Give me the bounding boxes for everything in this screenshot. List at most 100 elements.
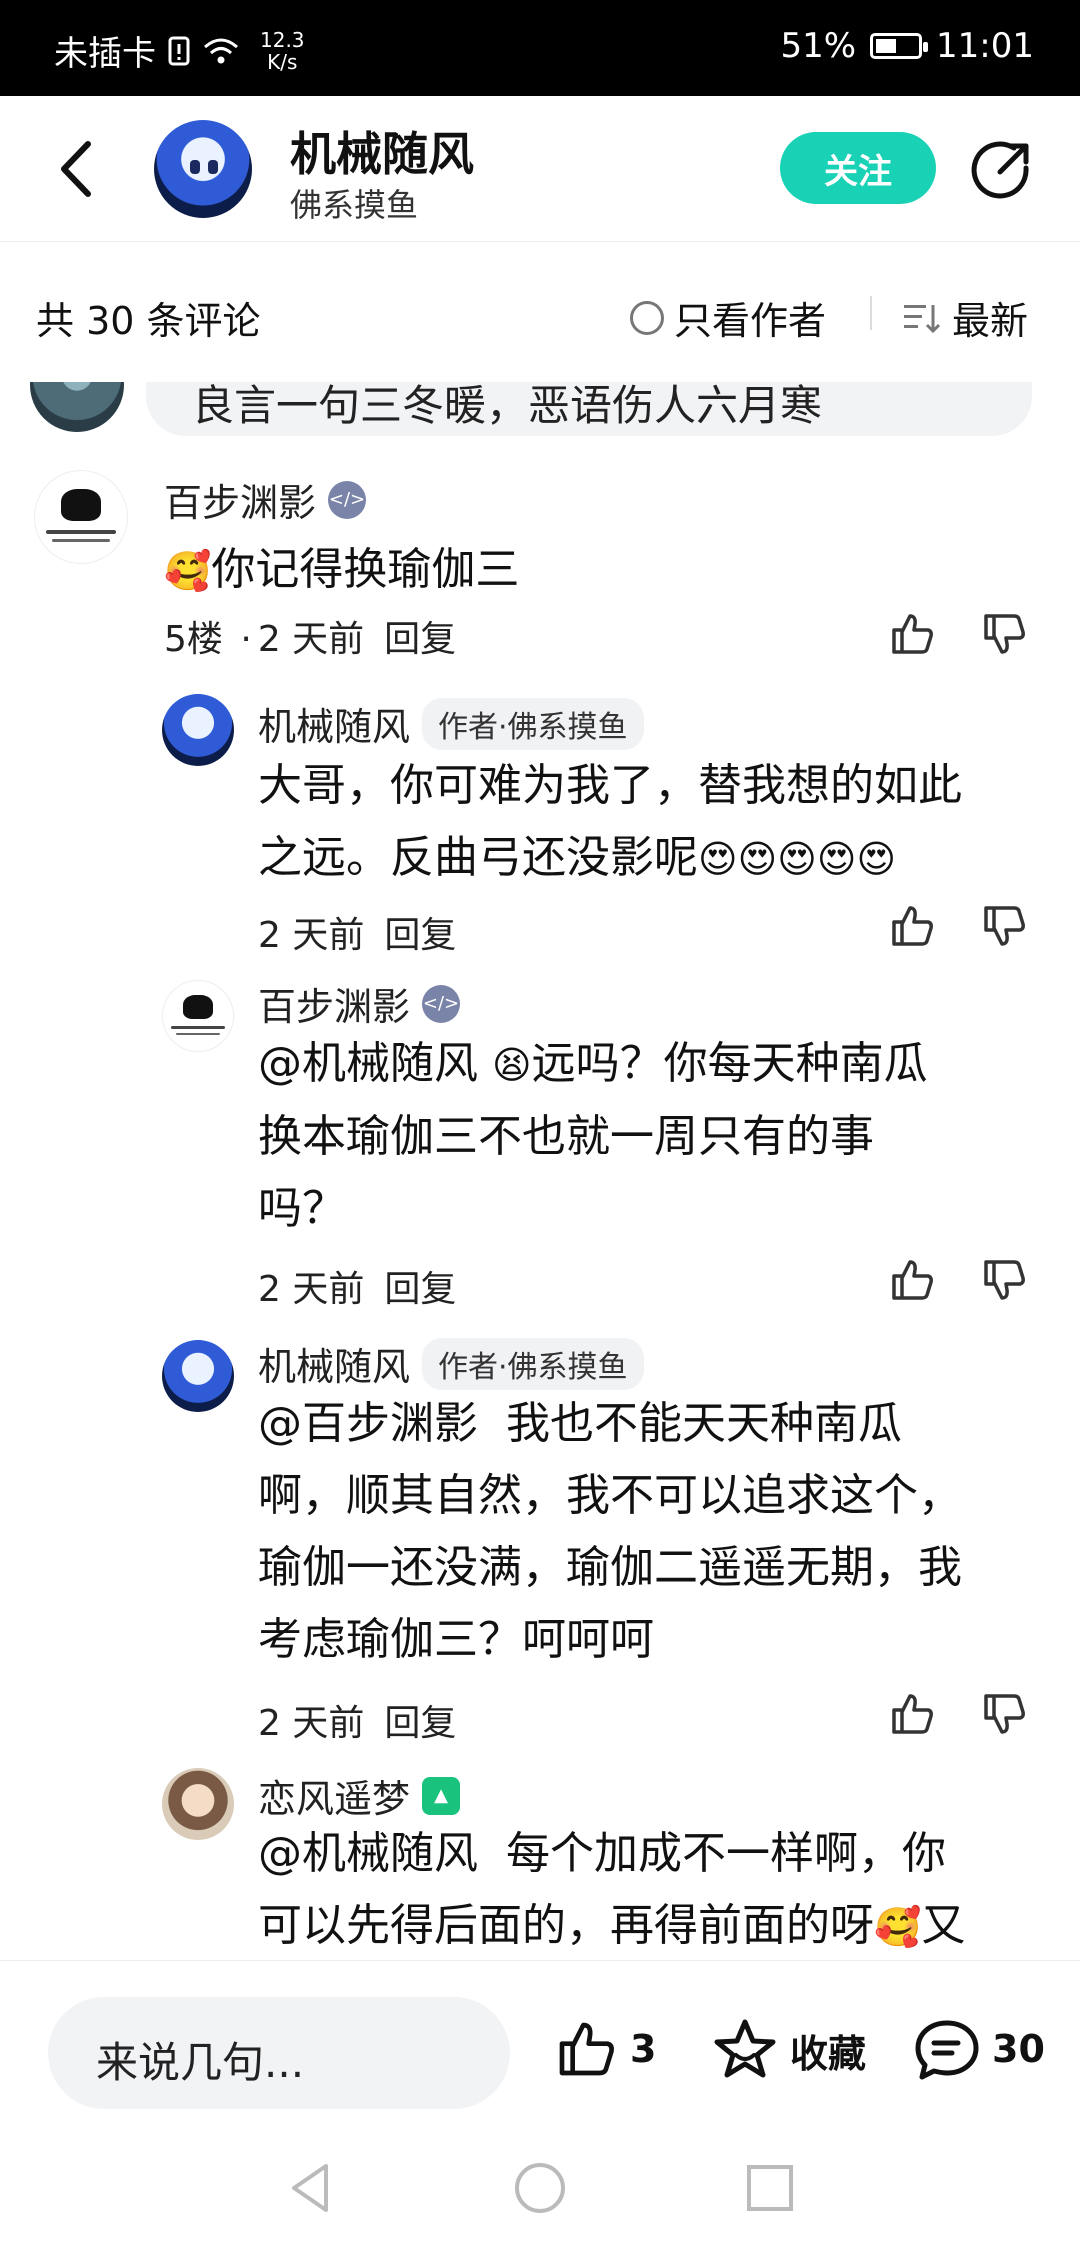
comment-count: 共 30 条评论 — [36, 299, 261, 343]
avatar-shape — [182, 995, 214, 1019]
comment-username[interactable]: 机械随风 作者·佛系摸鱼 — [258, 696, 644, 751]
comment-line-with-mention: @机械随风 每个加成不一样啊，你 — [258, 1818, 1058, 1890]
comment-line: 吗？ — [258, 1183, 346, 1234]
speed-unit: K/s — [267, 49, 298, 74]
thumbs-up-icon[interactable] — [888, 1256, 936, 1304]
thumbs-up-icon[interactable] — [888, 610, 936, 658]
comment-meta: 2 天前 回复 — [258, 1694, 456, 1746]
avatar-shape — [46, 529, 116, 534]
comment-username[interactable]: 机械随风 作者·佛系摸鱼 — [258, 1336, 644, 1391]
author-badge: 作者·佛系摸鱼 — [422, 697, 644, 750]
author-name[interactable]: 机械随风 — [290, 118, 474, 184]
comment-line-with-mention: @百步渊影 我也不能天天种南瓜 — [258, 1388, 1058, 1460]
floor-label: 5楼 — [164, 619, 223, 660]
comment-username[interactable]: 百步渊影 </> — [258, 976, 461, 1031]
previous-comment: 良言一句三冬暖，恶语伤人六月寒 — [0, 382, 1080, 438]
comment-meta: 2 天前 回复 — [258, 906, 456, 958]
reply-button[interactable]: 回复 — [384, 619, 456, 660]
post-header: 机械随风 佛系摸鱼 关注 — [0, 96, 1080, 242]
avatar[interactable] — [162, 980, 234, 1052]
reply-item: 百步渊影 </> @机械随风 😫远吗？你每天种南瓜 换本瑜伽三不也就一周只有的事… — [0, 976, 1080, 1326]
comment-text: @百步渊影 我也不能天天种南瓜 啊，顺其自然，我不可以追求这个， 瑜伽一还没满，… — [258, 1388, 1058, 1676]
avatar[interactable] — [162, 1768, 234, 1840]
share-icon[interactable] — [968, 138, 1034, 204]
comment-body: 你记得换瑜伽三 — [211, 544, 520, 595]
username-text: 恋风遥梦 — [258, 1777, 411, 1821]
avatar-eye — [190, 160, 200, 174]
comment-line-with-emoji: 可以先得后面的，再得前面的呀🥰又 — [258, 1890, 1058, 1960]
battery-percent: 51% — [780, 26, 857, 66]
follow-button[interactable]: 关注 — [780, 132, 936, 204]
comment-text: 大哥，你可难为我了，替我想的如此 之远。反曲弓还没影呢😍😍😍😍😍 — [258, 750, 1048, 895]
comment-line-with-emoji: 之远。反曲弓还没影呢😍😍😍😍😍 — [258, 822, 1048, 895]
nav-home-icon[interactable] — [512, 2160, 568, 2216]
clock: 11:01 — [936, 26, 1034, 66]
comment-line: 之远。反曲弓还没影呢 — [258, 832, 698, 883]
sort-label: 最新 — [952, 299, 1029, 343]
comment-input[interactable]: 来说几句... — [48, 1997, 510, 2109]
status-left: 未插卡 12.3 K/s — [54, 26, 305, 75]
comment-username[interactable]: 恋风遥梦 ▲ — [258, 1768, 461, 1823]
thumbs-down-icon[interactable] — [980, 1256, 1028, 1304]
avatar-shape — [175, 1032, 221, 1035]
emoji-icon: 😫 — [492, 1043, 532, 1087]
emoji-icon: 🥰 — [164, 549, 212, 593]
time-label: 2 天前 — [258, 1703, 365, 1744]
star-icon — [714, 2019, 776, 2078]
reply-button[interactable]: 回复 — [384, 915, 456, 956]
like-action[interactable]: 3 — [554, 2017, 656, 2081]
previous-comment-text: 良言一句三冬暖，恶语伤人六月寒 — [146, 382, 1032, 436]
radio-circle-icon — [630, 300, 664, 335]
comment-line: 每个加成不一样啊，你 — [505, 1828, 946, 1879]
reply-button[interactable]: 回复 — [384, 1703, 456, 1744]
system-nav-bar — [0, 2130, 1080, 2244]
username-text: 机械随风 — [258, 705, 411, 749]
thumbs-up-icon[interactable] — [888, 902, 936, 950]
nav-back-icon[interactable] — [282, 2160, 338, 2216]
comment-line-tail: 又 — [921, 1900, 966, 1951]
thumbs-down-icon[interactable] — [980, 610, 1028, 658]
avatar-shape — [171, 1025, 225, 1029]
bottom-action-bar: 来说几句... 3 收藏 30 — [0, 1960, 1080, 2130]
comment-line: 啊，顺其自然，我不可以追求这个， — [258, 1470, 962, 1521]
comment-text: @机械随风 😫远吗？你每天种南瓜 换本瑜伽三不也就一周只有的事 吗？ — [258, 1028, 1048, 1245]
mention-link[interactable]: @机械随风 — [258, 1828, 478, 1879]
sort-icon — [904, 304, 940, 333]
avatar[interactable] — [162, 694, 234, 766]
nav-recents-icon[interactable] — [742, 2160, 798, 2216]
comment-action[interactable]: 30 — [914, 2017, 1045, 2081]
reply-item: 机械随风 作者·佛系摸鱼 @百步渊影 我也不能天天种南瓜 啊，顺其自然，我不可以… — [0, 1336, 1080, 1744]
reply-item: 机械随风 作者·佛系摸鱼 大哥，你可难为我了，替我想的如此 之远。反曲弓还没影呢… — [0, 690, 1080, 970]
sim-alert-icon — [168, 36, 190, 65]
back-arrow-icon[interactable] — [50, 136, 110, 202]
thumbs-down-icon[interactable] — [980, 902, 1028, 950]
comment-meta: 5楼 · 2 天前 回复 — [164, 610, 456, 662]
status-bar: 未插卡 12.3 K/s 51% 11:01 — [0, 0, 1080, 96]
avatar[interactable] — [34, 470, 128, 564]
thumbs-down-icon[interactable] — [980, 1690, 1028, 1738]
username-text: 百步渊影 — [258, 985, 411, 1029]
avatar[interactable] — [162, 1340, 234, 1412]
only-author-toggle[interactable]: 只看作者 — [630, 290, 826, 345]
reply-item: 恋风遥梦 ▲ @机械随风 每个加成不一样啊，你 可以先得后面的，再得前面的呀🥰又 — [0, 1768, 1080, 1960]
like-count: 3 — [630, 2027, 657, 2071]
comment-meta: 2 天前 回复 — [258, 1260, 456, 1312]
emoji-icon: 🥰 — [874, 1905, 922, 1949]
author-badge: 作者·佛系摸鱼 — [422, 1337, 644, 1390]
developer-badge-icon: </> — [422, 984, 461, 1023]
time-label: 2 天前 — [258, 915, 365, 956]
comment-item: 百步渊影 </> 🥰你记得换瑜伽三 5楼 · 2 天前 回复 — [0, 462, 1080, 662]
comment-username[interactable]: 百步渊影 </> — [164, 472, 367, 527]
author-avatar[interactable] — [154, 120, 252, 218]
comment-line: 换本瑜伽三不也就一周只有的事 — [258, 1111, 874, 1162]
thumbs-up-icon[interactable] — [888, 1690, 936, 1738]
avatar[interactable] — [30, 382, 124, 432]
time-label: 2 天前 — [258, 1269, 365, 1310]
carrier-label: 未插卡 — [54, 34, 156, 74]
comment-line: 远吗？你每天种南瓜 — [531, 1038, 928, 1089]
mention-link[interactable]: @百步渊影 — [258, 1398, 478, 1449]
favorite-action[interactable]: 收藏 — [712, 2017, 866, 2083]
reply-button[interactable]: 回复 — [384, 1269, 456, 1310]
sort-latest[interactable]: 最新 — [904, 290, 1028, 345]
mention-link[interactable]: @机械随风 — [258, 1038, 478, 1089]
